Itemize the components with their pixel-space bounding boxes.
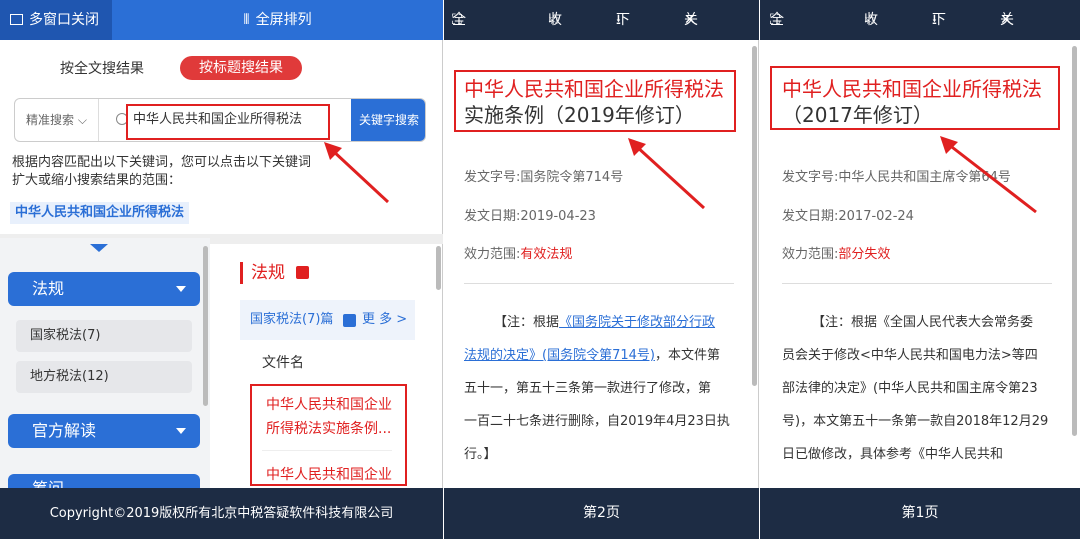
- copyright-footer: Copyright©2019版权所有北京中税答疑软件科技有限公司: [0, 488, 443, 539]
- result-item-2[interactable]: 中华人民共和国企业: [266, 464, 392, 486]
- scrollbar[interactable]: [203, 246, 208, 406]
- result-tabs: 按全文搜结果 按标题搜结果: [0, 52, 443, 84]
- nav-guanfang[interactable]: 官方解读: [8, 414, 200, 448]
- arrow-annotation: [324, 142, 390, 204]
- doc-toolbar: ⛶ 全屏显示 ☆ 收藏 ⭳ 下载 ✕ 关闭: [444, 0, 759, 148]
- page-indicator: 第1页: [760, 488, 1080, 539]
- doc-scope: 效力范围:有效法规: [464, 247, 573, 262]
- section-title: 法规: [240, 262, 285, 284]
- document-panel-2: ⛶ 全屏显示 ☆ 收藏 ⭳ 下载 ✕ 关闭 中华人民共和国企业所得税法 实施条例…: [444, 0, 759, 539]
- doc-body: 【注：根据《全国人民代表大会常务委 员会关于修改<中华人民共和国电力法>等四 部…: [782, 315, 1049, 462]
- scrollbar[interactable]: [1072, 46, 1077, 436]
- doc-subtitle: （2017年修订）: [782, 103, 933, 127]
- collapse-arrow-icon[interactable]: [90, 244, 108, 252]
- chevron-down-icon: ⌵: [77, 113, 87, 127]
- scrollbar[interactable]: [436, 246, 441, 290]
- window-icon: [10, 14, 23, 25]
- result-item-1-line2[interactable]: 所得税法实施条例...: [266, 418, 391, 440]
- columns-icon: ⦀: [243, 12, 250, 28]
- close-all-windows-button[interactable]: 多窗口关闭: [0, 0, 112, 40]
- doc-scope: 效力范围:部分失效: [782, 247, 891, 262]
- dropdown-icon[interactable]: [296, 266, 309, 279]
- doc-body: 【注：根据《国务院关于修改部分行政 法规的决定》(国务院令第714号)，本文件第…: [464, 315, 730, 462]
- keyword-search-button[interactable]: 关键字搜索: [351, 99, 425, 141]
- tab-fulltext[interactable]: 按全文搜结果: [60, 58, 144, 78]
- law-link[interactable]: 法规的决定》(国务院令第714号): [464, 348, 655, 363]
- result-item-1-line1[interactable]: 中华人民共和国企业: [266, 394, 392, 416]
- law-link[interactable]: 《国务院关于修改部分行政: [559, 315, 715, 330]
- highlight-box: [126, 104, 330, 140]
- caret-down-icon: [176, 428, 186, 434]
- caret-down-icon: [176, 286, 186, 292]
- arrow-annotation: [940, 136, 1037, 214]
- page-indicator: 第2页: [444, 488, 759, 539]
- nav-item-national-tax[interactable]: 国家税法(7): [16, 320, 192, 352]
- divider: [782, 283, 1052, 284]
- doc-number: 发文字号:国务院令第714号: [464, 170, 624, 185]
- dropdown-icon[interactable]: [343, 314, 356, 327]
- doc-subtitle: 实施条例（2019年修订）: [464, 103, 695, 127]
- doc-title: 中华人民共和国企业所得税法: [782, 77, 1042, 101]
- nav-fagui[interactable]: 法规: [8, 272, 200, 306]
- search-panel: 多窗口关闭 ⦀ 全屏排列 按全文搜结果 按标题搜结果 精准搜索 ⌵ 中华人民共和国…: [0, 0, 443, 539]
- top-bar: 多窗口关闭 ⦀ 全屏排列: [0, 0, 443, 40]
- precise-search-select[interactable]: 精准搜索 ⌵: [15, 99, 99, 141]
- column-header-filename: 文件名: [262, 355, 304, 371]
- scrollbar[interactable]: [752, 46, 757, 386]
- doc-date: 发文日期:2017-02-24: [782, 209, 914, 224]
- doc-toolbar: ⛶ 全屏显示 ☆ 收藏 ⭳ 下载 ✕ 关闭: [760, 0, 1080, 148]
- doc-title: 中华人民共和国企业所得税法: [464, 77, 724, 101]
- tab-title[interactable]: 按标题搜结果: [180, 56, 302, 80]
- keyword-tag[interactable]: 中华人民共和国企业所得税法: [10, 202, 190, 224]
- keyword-hint: 根据内容匹配出以下关键词，您可以点击以下关键词扩大或缩小搜索结果的范围：: [12, 155, 312, 188]
- more-link[interactable]: 更 多 >: [362, 300, 407, 340]
- doc-date: 发文日期:2019-04-23: [464, 209, 596, 224]
- divider: [464, 283, 734, 284]
- nav-item-local-tax[interactable]: 地方税法(12): [16, 361, 192, 393]
- document-panel-1: ⛶ 全屏显示 ☆ 收藏 ⭳ 下载 ✕ 关闭 中华人民共和国企业所得税法 （201…: [760, 0, 1080, 539]
- divider: [262, 450, 392, 451]
- fullscreen-arrange-button[interactable]: ⦀ 全屏排列: [112, 0, 443, 40]
- nav-next[interactable]: 筹问: [8, 474, 200, 488]
- arrow-annotation: [628, 138, 706, 210]
